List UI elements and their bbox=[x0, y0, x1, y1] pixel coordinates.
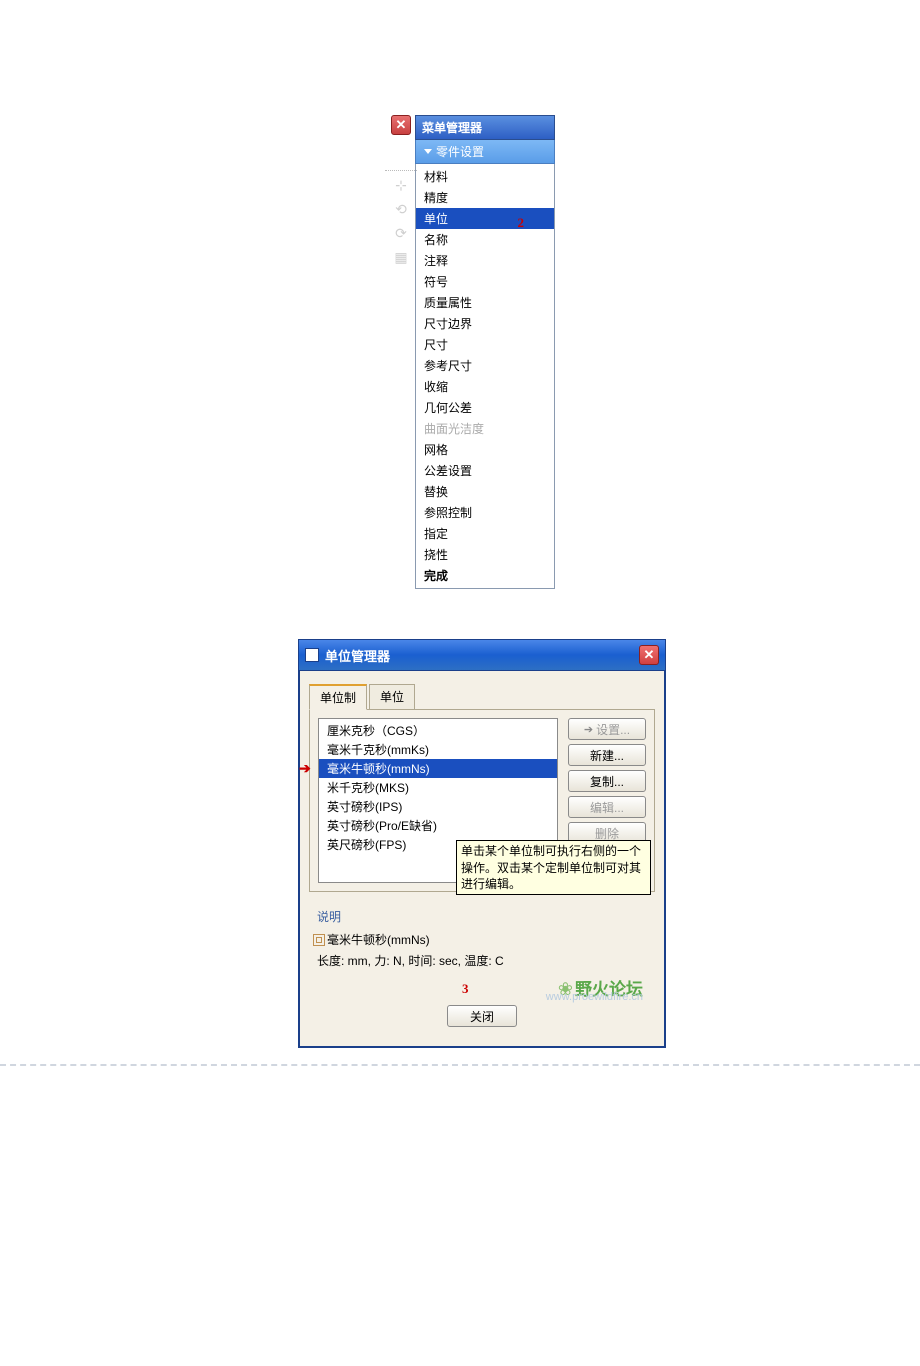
description-details: 长度: mm, 力: N, 时间: sec, 温度: C bbox=[317, 952, 647, 969]
dialog-footer: 关闭 bbox=[309, 999, 655, 1037]
menu-item[interactable]: 单位2 bbox=[416, 208, 554, 229]
tab-unit[interactable]: 单位 bbox=[369, 684, 415, 710]
menu-list: 材料精度单位2名称注释符号质量属性尺寸边界尺寸参考尺寸收缩几何公差曲面光洁度网格… bbox=[415, 164, 555, 589]
menu-title: 菜单管理器 bbox=[422, 121, 482, 135]
menu-item[interactable]: 尺寸边界 bbox=[416, 313, 554, 334]
watermark: 3 ❀野火论坛 www.proewildfire.cn bbox=[317, 975, 643, 995]
menu-item[interactable]: 完成 bbox=[416, 565, 554, 586]
annotation-3: 3 bbox=[462, 981, 469, 997]
menu-item[interactable]: 精度 bbox=[416, 187, 554, 208]
arrow-right-icon: ➔ bbox=[584, 723, 593, 736]
description-header: 说明 bbox=[317, 906, 647, 931]
menu-manager-panel: ✕ ⊹ ⟲ ⟳ ▦ 菜单管理器 零件设置 材料精度单位2名称注释符号质量属性尺寸… bbox=[415, 115, 555, 589]
menu-item[interactable]: 替换 bbox=[416, 481, 554, 502]
menu-item[interactable]: 公差设置 bbox=[416, 460, 554, 481]
list-item[interactable]: 毫米千克秒(mmKs) bbox=[319, 740, 557, 759]
new-button[interactable]: 新建... bbox=[568, 744, 646, 766]
description-section: 说明 毫米牛顿秒(mmNs) 长度: mm, 力: N, 时间: sec, 温度… bbox=[309, 902, 655, 999]
tool-icon[interactable]: ⊹ bbox=[391, 175, 411, 195]
tab-content: ➔ 厘米克秒（CGS）毫米千克秒(mmKs)毫米牛顿秒(mmNs)米千克秒(MK… bbox=[309, 710, 655, 892]
menu-item[interactable]: 质量属性 bbox=[416, 292, 554, 313]
list-item[interactable]: 毫米牛顿秒(mmNs) bbox=[319, 759, 557, 778]
menu-item[interactable]: 曲面光洁度 bbox=[416, 418, 554, 439]
menu-item[interactable]: 挠性 bbox=[416, 544, 554, 565]
description-system: 毫米牛顿秒(mmNs) bbox=[327, 931, 430, 948]
copy-button[interactable]: 复制... bbox=[568, 770, 646, 792]
menu-item[interactable]: 指定 bbox=[416, 523, 554, 544]
menu-item[interactable]: 尺寸 bbox=[416, 334, 554, 355]
set-button[interactable]: ➔设置... bbox=[568, 718, 646, 740]
close-icon[interactable]: ✕ bbox=[391, 115, 411, 135]
menu-item[interactable]: 几何公差 bbox=[416, 397, 554, 418]
list-item[interactable]: 米千克秒(MKS) bbox=[319, 778, 557, 797]
dialog-titlebar: 单位管理器 ✕ bbox=[299, 640, 665, 671]
tab-unit-system[interactable]: 单位制 bbox=[309, 684, 367, 710]
menu-item[interactable]: 材料 bbox=[416, 166, 554, 187]
watermark-url: www.proewildfire.cn bbox=[546, 991, 643, 1003]
tool-icon[interactable]: ⟳ bbox=[391, 223, 411, 243]
tooltip: 单击某个单位制可执行右侧的一个操作。双击某个定制单位制可对其进行编辑。 bbox=[456, 840, 651, 895]
side-toolbar: ⊹ ⟲ ⟳ ▦ bbox=[391, 175, 411, 267]
tabs: 单位制 单位 bbox=[309, 683, 655, 710]
menu-titlebar: 菜单管理器 bbox=[415, 115, 555, 140]
app-icon bbox=[305, 648, 319, 662]
grid-icon[interactable]: ▦ bbox=[391, 247, 411, 267]
menu-item[interactable]: 参考尺寸 bbox=[416, 355, 554, 376]
unit-manager-dialog: 单位管理器 ✕ 单位制 单位 ➔ 厘米克秒（CGS）毫米千克秒(mmKs)毫米牛… bbox=[298, 639, 666, 1048]
tool-icon[interactable]: ⟲ bbox=[391, 199, 411, 219]
subheader-label: 零件设置 bbox=[436, 143, 484, 160]
edit-button[interactable]: 编辑... bbox=[568, 796, 646, 818]
list-item[interactable]: 英寸磅秒(Pro/E缺省) bbox=[319, 816, 557, 835]
chevron-down-icon bbox=[424, 149, 432, 154]
close-icon[interactable]: ✕ bbox=[639, 645, 659, 665]
unit-icon bbox=[313, 934, 325, 946]
dialog-title: 单位管理器 bbox=[325, 646, 390, 665]
menu-item[interactable]: 符号 bbox=[416, 271, 554, 292]
divider bbox=[385, 170, 417, 171]
menu-item[interactable]: 收缩 bbox=[416, 376, 554, 397]
list-item[interactable]: 厘米克秒（CGS） bbox=[319, 721, 557, 740]
menu-item[interactable]: 参照控制 bbox=[416, 502, 554, 523]
menu-item[interactable]: 注释 bbox=[416, 250, 554, 271]
menu-item[interactable]: 名称 bbox=[416, 229, 554, 250]
menu-subheader[interactable]: 零件设置 bbox=[415, 140, 555, 164]
pointer-arrow-icon: ➔ bbox=[299, 760, 311, 777]
close-button[interactable]: 关闭 bbox=[447, 1005, 517, 1027]
menu-item[interactable]: 网格 bbox=[416, 439, 554, 460]
list-item[interactable]: 英寸磅秒(IPS) bbox=[319, 797, 557, 816]
